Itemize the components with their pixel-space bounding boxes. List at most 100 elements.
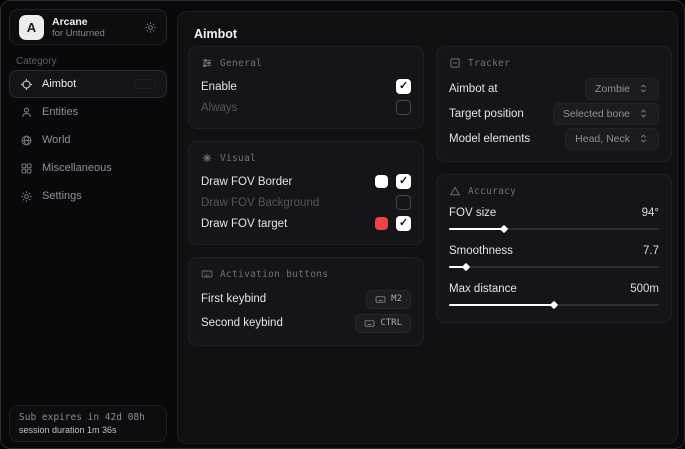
slider-fill[interactable]: [449, 304, 554, 306]
sparkle-icon: [201, 152, 213, 164]
dropdown-value: Zombie: [595, 83, 630, 95]
sidebar-item-label: Aimbot: [42, 78, 76, 90]
row-controls: [375, 216, 411, 231]
slider-label-row: Max distance 500m: [449, 280, 659, 298]
select-label: Model elements: [449, 133, 530, 145]
slider-fill[interactable]: [449, 266, 466, 268]
slider-track: [449, 266, 659, 268]
toggle-label: Enable: [201, 81, 237, 93]
card-title: Tracker: [468, 58, 510, 69]
globe-icon: [20, 134, 33, 147]
activation-card-header: Activation buttons: [201, 268, 411, 280]
fov-target-color-swatch[interactable]: [375, 217, 388, 230]
app-logo: A: [19, 15, 44, 40]
page-title: Aimbot: [194, 27, 237, 41]
slider-label-row: FOV size 94°: [449, 204, 659, 222]
visual-card: Visual Draw FOV Border Draw FOV Backgrou…: [188, 141, 424, 245]
second-keybind-button[interactable]: CTRL: [355, 314, 411, 333]
sub-expires-text: Sub expires in 42d 08h: [19, 411, 157, 424]
category-label: Category: [16, 56, 57, 67]
chevron-updown-icon: [638, 108, 649, 119]
app-title-block: Arcane for Unturned: [52, 16, 105, 39]
select-row: Aimbot at Zombie: [449, 76, 659, 101]
app-header: A Arcane for Unturned: [9, 9, 167, 45]
crosshair-icon: [20, 78, 33, 91]
left-column: General Enable Always: [188, 46, 424, 346]
toggle-row: Always: [201, 97, 411, 118]
toggle-label: Draw FOV Border: [201, 176, 292, 188]
sidebar-item-entities[interactable]: Entities: [9, 98, 167, 126]
card-title: Visual: [220, 153, 256, 164]
faint-keybind-hint: [134, 79, 156, 89]
right-column: Tracker Aimbot at Zombie Target posit: [436, 46, 672, 323]
max-distance-slider[interactable]: [449, 300, 659, 310]
sidebar-item-settings[interactable]: Settings: [9, 182, 167, 210]
keybind-label: Second keybind: [201, 317, 283, 329]
sidebar-item-miscellaneous[interactable]: Miscellaneous: [9, 154, 167, 182]
slider-fill[interactable]: [449, 228, 504, 230]
fov-size-slider[interactable]: [449, 224, 659, 234]
enable-checkbox[interactable]: [396, 79, 411, 94]
gear-icon: [20, 190, 33, 203]
minus-square-icon: [449, 57, 461, 69]
keybind-value: M2: [391, 294, 402, 304]
fov-size-value: 94°: [642, 207, 659, 219]
fov-target-checkbox[interactable]: [396, 216, 411, 231]
keybind-value: CTRL: [380, 318, 402, 328]
general-card-header: General: [201, 57, 411, 69]
max-distance-group: Max distance 500m: [449, 280, 659, 310]
session-duration-text: session duration 1m 36s: [19, 424, 157, 436]
select-row: Model elements Head, Neck: [449, 126, 659, 151]
accuracy-card-header: Accuracy: [449, 185, 659, 197]
sidebar-item-label: World: [42, 134, 71, 146]
sidebar-item-aimbot[interactable]: Aimbot: [9, 70, 167, 98]
person-icon: [20, 106, 33, 119]
slider-label: FOV size: [449, 207, 496, 219]
row-controls: [375, 174, 411, 189]
sidebar-item-label: Settings: [42, 190, 82, 202]
smoothness-slider[interactable]: [449, 262, 659, 272]
target-position-dropdown[interactable]: Selected bone: [553, 103, 659, 125]
keyboard-icon: [375, 294, 386, 305]
slider-label: Smoothness: [449, 245, 513, 257]
toggle-label: Draw FOV target: [201, 218, 287, 230]
sidebar-item-label: Miscellaneous: [42, 162, 112, 174]
first-keybind-button[interactable]: M2: [366, 290, 411, 309]
chevron-updown-icon: [638, 133, 649, 144]
keybind-label: First keybind: [201, 293, 266, 305]
app-window: A Arcane for Unturned Category: [0, 0, 685, 449]
accuracy-card: Accuracy FOV size 94° Smoothness: [436, 174, 672, 323]
sidebar-nav: Aimbot Entities: [9, 70, 167, 210]
always-checkbox[interactable]: [396, 100, 411, 115]
activation-card: Activation buttons First keybind M2 S: [188, 257, 424, 346]
keyboard-icon: [364, 318, 375, 329]
card-title: Accuracy: [468, 186, 516, 197]
smoothness-value: 7.7: [643, 245, 659, 257]
app-subtitle: for Unturned: [52, 28, 105, 39]
row-controls: [396, 195, 411, 210]
fov-border-checkbox[interactable]: [396, 174, 411, 189]
model-elements-dropdown[interactable]: Head, Neck: [565, 128, 659, 150]
sidebar-item-label: Entities: [42, 106, 78, 118]
tracker-card-header: Tracker: [449, 57, 659, 69]
tracker-card: Tracker Aimbot at Zombie Target posit: [436, 46, 672, 162]
grid-icon: [20, 162, 33, 175]
header-gear-icon[interactable]: [144, 21, 157, 34]
subscription-status: Sub expires in 42d 08h session duration …: [9, 405, 167, 442]
dropdown-value: Head, Neck: [575, 133, 630, 145]
fov-border-color-swatch[interactable]: [375, 175, 388, 188]
slider-label-row: Smoothness 7.7: [449, 242, 659, 260]
fov-background-checkbox[interactable]: [396, 195, 411, 210]
toggle-row: Enable: [201, 76, 411, 97]
keybind-row: Second keybind CTRL: [201, 311, 411, 335]
aimbot-at-dropdown[interactable]: Zombie: [585, 78, 659, 100]
visual-card-header: Visual: [201, 152, 411, 164]
slider-label: Max distance: [449, 283, 517, 295]
toggle-row: Draw FOV target: [201, 213, 411, 234]
sidebar-item-world[interactable]: World: [9, 126, 167, 154]
max-distance-value: 500m: [630, 283, 659, 295]
card-title: Activation buttons: [220, 269, 328, 280]
dropdown-value: Selected bone: [563, 108, 630, 120]
keybind-row: First keybind M2: [201, 287, 411, 311]
toggle-label: Always: [201, 102, 237, 114]
